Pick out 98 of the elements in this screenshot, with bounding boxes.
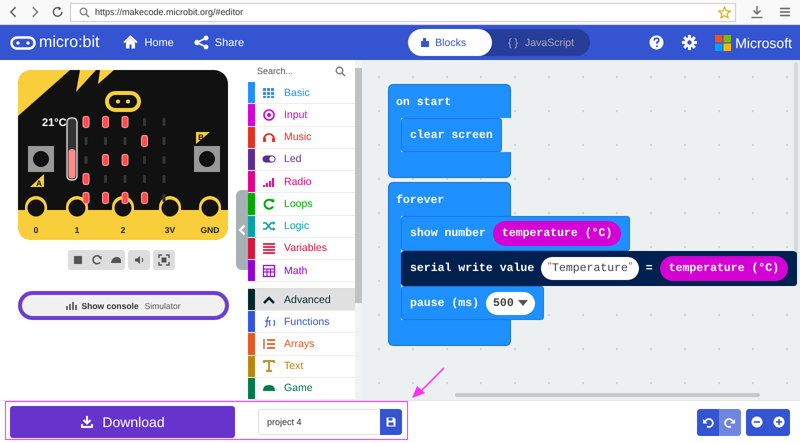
value-block[interactable]: temperature (°C): [660, 256, 788, 281]
event-block[interactable]: forever: [388, 182, 511, 216]
functions-icon: [262, 314, 276, 329]
editor-tab[interactable]: { } JavaScript: [492, 29, 590, 56]
zoom-out-button[interactable]: [746, 408, 768, 436]
dropdown-field[interactable]: 500: [486, 292, 535, 314]
code-block[interactable]: pause (ms) 500: [401, 286, 544, 320]
url-text: https://makecode.microbit.org/#editor: [95, 7, 244, 17]
zoom-in-icon: [773, 416, 785, 428]
push-button[interactable]: [194, 146, 220, 172]
pin-label: 0: [34, 225, 38, 235]
code-block[interactable]: show number temperature (°C): [401, 216, 630, 251]
fullscreen-icon: [157, 253, 171, 267]
search-icon: [335, 66, 346, 77]
editor-tab[interactable]: Blocks: [408, 29, 492, 56]
category-item[interactable]: Basic: [248, 82, 355, 104]
category-item[interactable]: Led: [248, 148, 355, 172]
basic-icon: [262, 86, 276, 100]
menu-icon[interactable]: [778, 5, 792, 19]
category-item[interactable]: Variables: [248, 238, 355, 260]
help-icon[interactable]: [649, 35, 664, 50]
category-item[interactable]: Advanced: [248, 288, 355, 312]
arrays-icon: [262, 336, 276, 351]
download-icon: [80, 415, 94, 429]
undo-icon: [702, 416, 714, 428]
settings-icon[interactable]: [682, 35, 698, 50]
music-icon: [262, 130, 276, 144]
logo-text[interactable]: micro:bit: [39, 34, 100, 52]
category-item[interactable]: Logic: [248, 216, 355, 238]
undo-button[interactable]: [697, 408, 719, 436]
chevron-left-icon: [238, 224, 246, 236]
annotation-arrow: [412, 367, 445, 398]
address-bar[interactable]: https://makecode.microbit.org/#editor: [70, 2, 736, 22]
category-item[interactable]: Loops: [248, 193, 355, 216]
brand-name[interactable]: Microsoft: [735, 34, 792, 50]
speaker-icon: [132, 253, 146, 267]
block-label: show number: [410, 227, 486, 240]
project-name-field[interactable]: project 4: [258, 409, 380, 435]
zoom-out-icon: [751, 416, 763, 428]
temperature-reading: 21°C: [42, 117, 67, 129]
category-item[interactable]: Music: [248, 126, 355, 149]
block-label: =: [646, 262, 653, 275]
variables-icon: [262, 241, 276, 256]
editor-toggle[interactable]: Blocks { } JavaScript: [408, 29, 590, 56]
fullscreen-button[interactable]: [153, 250, 175, 270]
save-icon: [386, 417, 396, 427]
push-button[interactable]: [28, 146, 54, 172]
search-field[interactable]: Search...: [257, 66, 335, 76]
category-item[interactable]: Math: [248, 260, 355, 282]
block-label: pause (ms): [410, 296, 480, 310]
home-icon: [123, 35, 138, 50]
squares-logo-icon[interactable]: [715, 34, 732, 50]
download-button[interactable]: Download: [10, 406, 235, 438]
zoom-in-button[interactable]: [768, 408, 790, 436]
block-label: serial write value: [410, 262, 534, 275]
logo-icon[interactable]: [10, 36, 36, 50]
bar-chart-icon: [66, 300, 78, 310]
pin-label: 1: [74, 225, 80, 235]
event-block[interactable]: on start: [388, 84, 511, 118]
sound-button[interactable]: [128, 250, 150, 270]
reload-icon[interactable]: [50, 5, 64, 19]
download-icon[interactable]: [750, 5, 764, 19]
loops-icon: [262, 196, 276, 211]
category-item[interactable]: Radio: [248, 171, 355, 194]
category-item[interactable]: Functions: [248, 311, 355, 334]
star-icon[interactable]: [718, 6, 731, 18]
label-tag: [196, 132, 210, 144]
value-block[interactable]: temperature (°C): [492, 221, 622, 246]
caret-icon: [518, 300, 528, 306]
save-button[interactable]: [380, 409, 402, 435]
collapse-handle[interactable]: [236, 190, 248, 270]
pin-label: 2: [120, 225, 126, 235]
category-item[interactable]: Arrays: [248, 333, 355, 356]
text-icon: [262, 359, 276, 374]
search-icon: [79, 6, 90, 18]
block-label: clear screen: [410, 128, 493, 142]
home-button[interactable]: Home: [117, 31, 180, 54]
label-tag: [30, 174, 44, 187]
code-block[interactable]: clear screen: [401, 118, 502, 152]
button-label: A: [36, 179, 42, 188]
pin-label: 3V: [164, 225, 176, 235]
input-icon: [262, 108, 276, 122]
category-item[interactable]: Game: [248, 378, 355, 400]
share-button[interactable]: Share: [188, 31, 250, 54]
text-field[interactable]: $^{"}$Temperature$^{"}$: [541, 257, 639, 280]
code-block[interactable]: serial write value $^{"}$Temperature$^{"}$ = temperature (°C): [401, 251, 798, 286]
pin-label: GND: [200, 225, 220, 235]
math-icon: [262, 264, 276, 278]
logic-icon: [262, 219, 276, 234]
scrollbar[interactable]: [355, 60, 362, 400]
category-item[interactable]: Input: [248, 104, 355, 127]
show-console-button[interactable]: Show console Simulator: [18, 291, 229, 320]
category-item[interactable]: Text: [248, 356, 355, 378]
share-icon: [194, 35, 209, 50]
redo-icon: [724, 416, 736, 428]
restart-icon: [90, 253, 104, 267]
puzzle-icon: [420, 37, 430, 48]
scrollbar[interactable]: [455, 393, 760, 397]
